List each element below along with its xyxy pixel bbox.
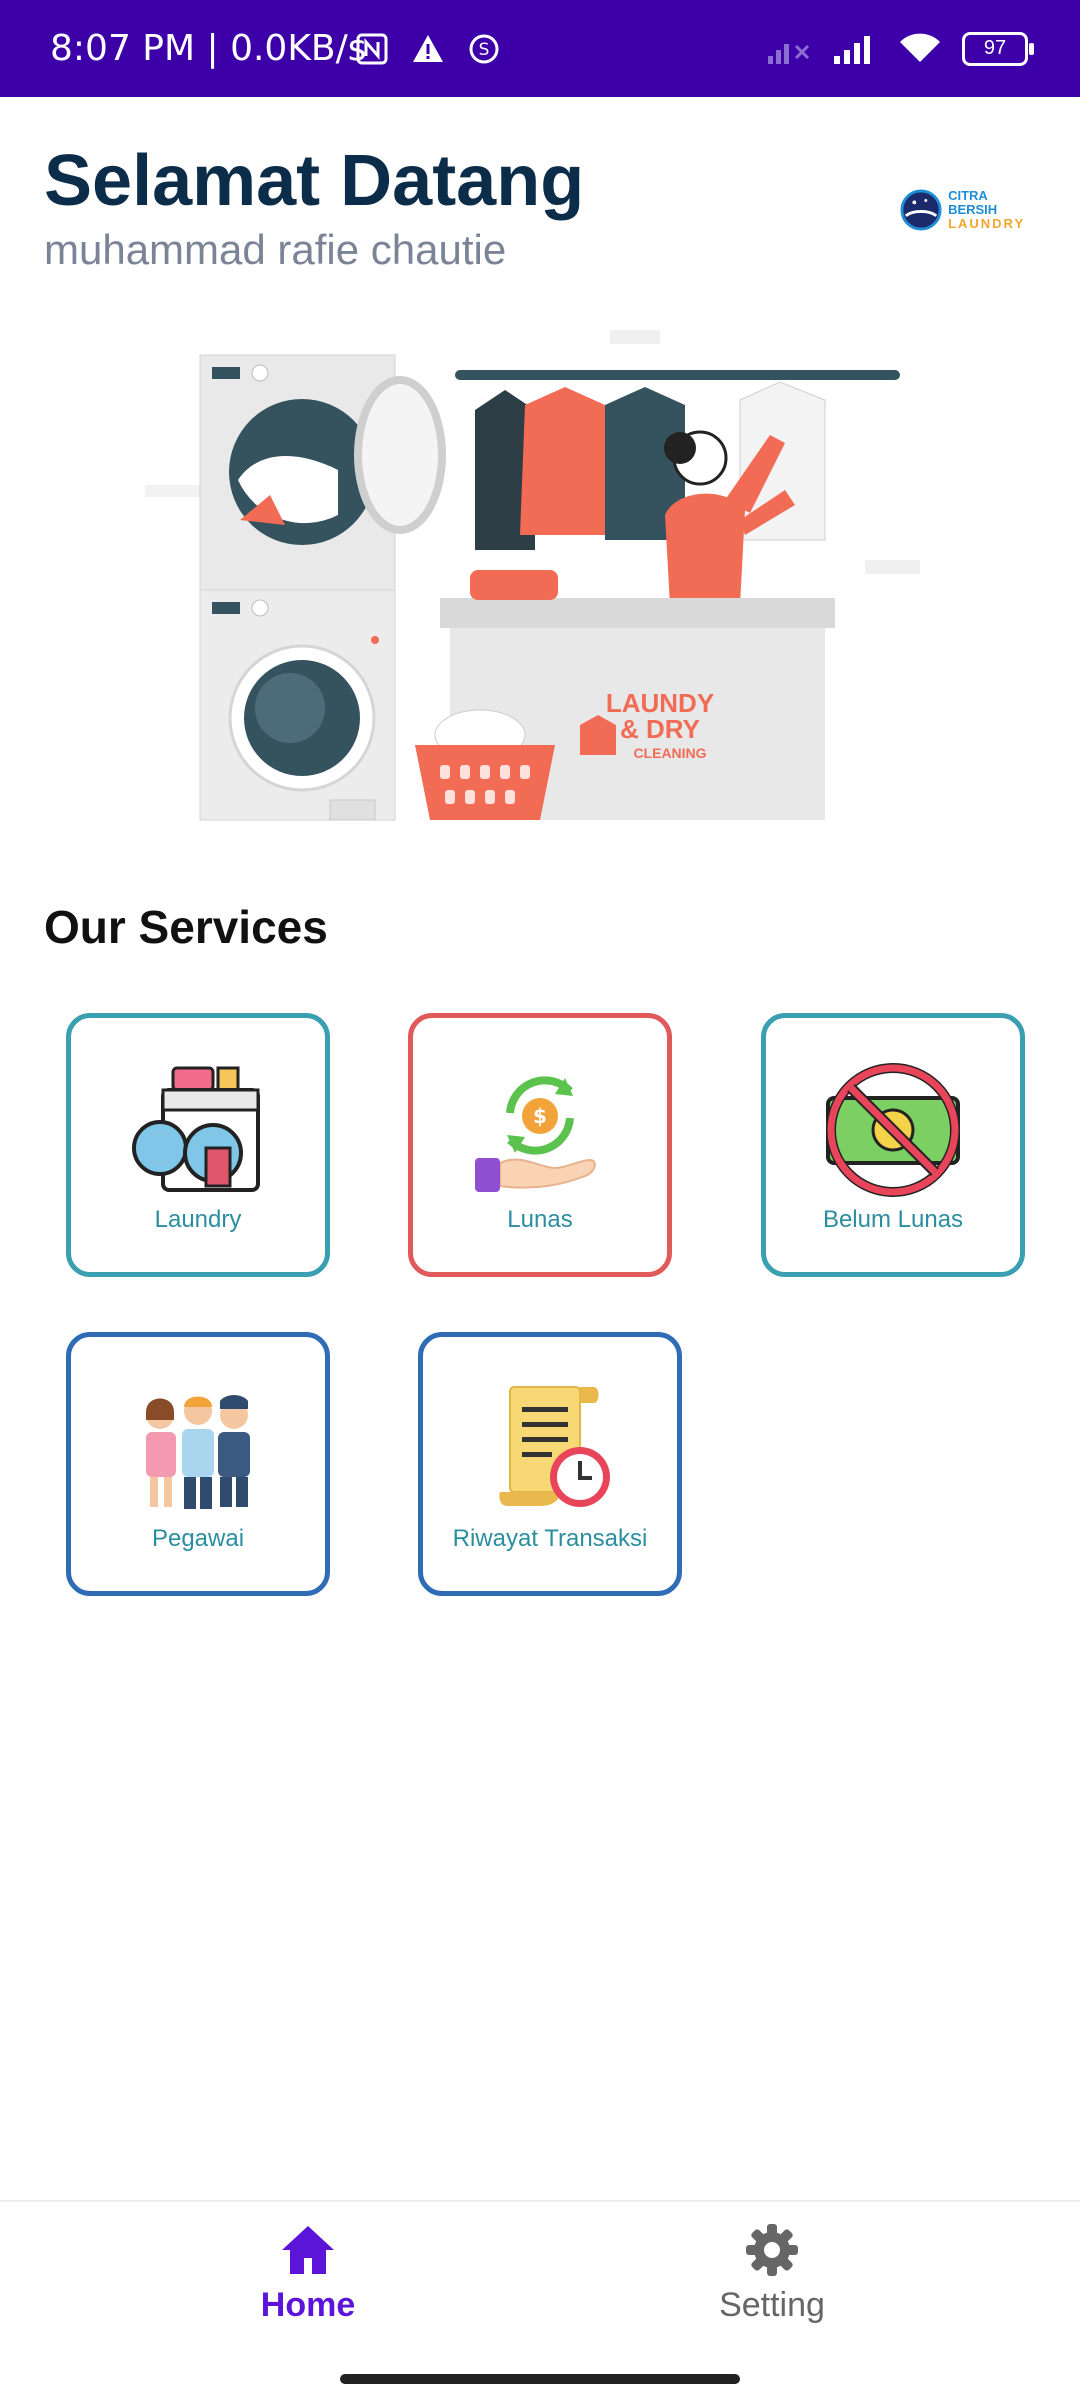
signal-icon — [834, 35, 870, 64]
page-title: Selamat Datang — [44, 141, 585, 221]
service-label-pegawai: Pegawai — [151, 1525, 245, 1552]
bottom-navigation: Home Setting — [0, 2200, 1080, 2402]
service-card-pegawai[interactable]: Pegawai — [66, 1332, 330, 1596]
status-notification-icons: S — [355, 0, 501, 97]
logo-text-line2: LAUNDRY — [948, 216, 1026, 231]
nav-item-setting[interactable]: Setting — [672, 2222, 872, 2325]
gesture-bar[interactable] — [340, 2374, 740, 2384]
employees-icon — [146, 1395, 250, 1509]
user-name: muhammad rafie chautie — [44, 226, 507, 273]
history-icon — [499, 1386, 610, 1507]
sign-line2: & DRY — [620, 714, 700, 744]
svg-text:S: S — [479, 40, 490, 60]
service-card-lunas[interactable]: $ Lunas — [408, 1013, 672, 1277]
service-card-laundry[interactable]: Laundry — [66, 1013, 330, 1277]
sync-icon: S — [469, 34, 499, 63]
washing-machine — [199, 589, 396, 821]
money-hand-icon: $ — [475, 1076, 596, 1192]
service-card-belum-lunas[interactable]: Belum Lunas — [761, 1013, 1025, 1277]
gear-icon — [746, 2224, 798, 2276]
home-icon — [282, 2226, 334, 2274]
nav-label-setting: Setting — [719, 2286, 825, 2324]
nav-label-home: Home — [260, 2286, 356, 2324]
sign-line3: CLEANING — [633, 745, 706, 761]
logo-badge-icon — [900, 189, 942, 231]
logo-text-line1: CITRA BERSIH — [948, 188, 998, 217]
wifi-icon — [900, 33, 940, 62]
service-label-riwayat-transaksi: Riwayat Transaksi — [452, 1525, 648, 1552]
dryer-machine — [199, 354, 446, 591]
nav-item-home[interactable]: Home — [208, 2222, 408, 2325]
services-title: Our Services — [44, 901, 328, 953]
service-label-belum-lunas: Belum Lunas — [822, 1206, 964, 1233]
service-label-laundry: Laundry — [154, 1206, 242, 1233]
warning-icon — [413, 34, 443, 62]
service-label-lunas: Lunas — [507, 1206, 573, 1233]
battery-level: 97 — [983, 37, 1007, 59]
signal-off-icon — [768, 43, 810, 64]
nfc-icon — [356, 33, 388, 64]
washing-machine-icon — [132, 1066, 260, 1192]
laundry-illustration: LAUNDY & DRY CLEANING — [145, 330, 920, 821]
brand-logo: CITRA BERSIH LAUNDRY — [900, 180, 1036, 240]
no-money-icon — [826, 1063, 960, 1197]
status-time-speed: 8:07 PM | 0.0KB/s — [50, 28, 367, 69]
svg-text:$: $ — [533, 1104, 547, 1128]
service-card-riwayat-transaksi[interactable]: Riwayat Transaksi — [418, 1332, 682, 1596]
status-bar: 8:07 PM | 0.0KB/s S 97 — [0, 0, 1080, 97]
battery-icon: 97 — [962, 31, 1034, 66]
status-system-icons: 97 — [766, 0, 1034, 97]
